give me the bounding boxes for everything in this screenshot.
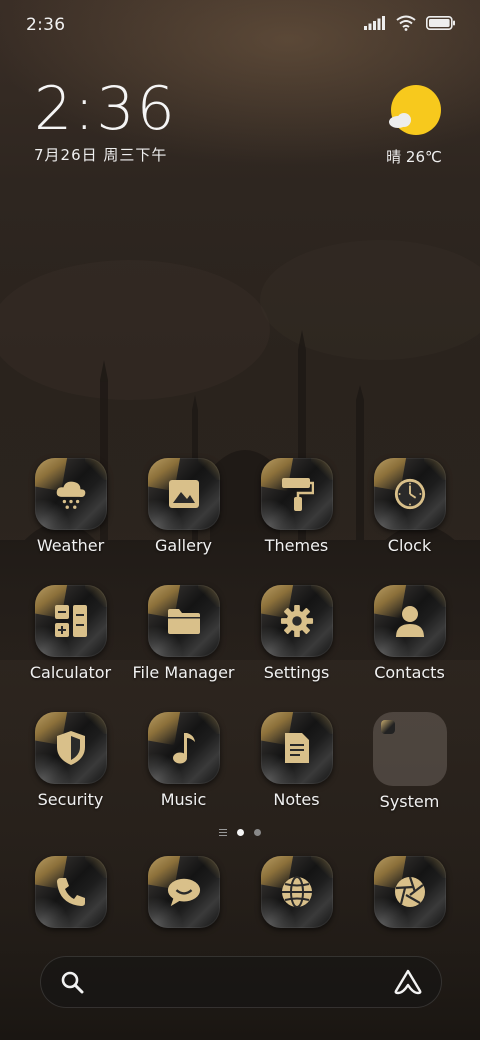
app-label: Weather [36, 536, 105, 555]
dock-phone[interactable] [14, 856, 127, 928]
clock-widget[interactable]: 2:36 7月26日 周三下午 [34, 78, 177, 165]
app-icon-tile [34, 712, 107, 784]
weather-text: 晴 26℃ [386, 148, 442, 166]
assistant-icon [394, 969, 422, 995]
app-icon-tile [147, 458, 220, 530]
shield-icon [56, 731, 85, 765]
app-weather[interactable]: Weather [14, 458, 127, 555]
app-notes[interactable]: Notes [240, 712, 353, 811]
app-icon-tile [260, 585, 333, 657]
weather-widget[interactable]: 晴 26℃ [384, 84, 444, 167]
app-icon-tile [147, 585, 220, 657]
search-bar[interactable] [40, 956, 442, 1008]
app-icon-tile [373, 585, 446, 657]
app-grid: Weather Gallery Themes Clock Calculator … [14, 458, 466, 811]
big-clock-time: 2:36 [34, 74, 177, 144]
camera-aperture-icon [394, 876, 425, 907]
date-line: 7月26日 周三下午 [34, 146, 168, 164]
app-icon-tile [34, 856, 107, 928]
app-music[interactable]: Music [127, 712, 240, 811]
folder-icon [167, 609, 200, 634]
assistant-button[interactable] [394, 969, 422, 999]
folder-mini-app-icon [380, 720, 395, 734]
app-label: Security [37, 790, 104, 809]
folder-system[interactable]: System [353, 712, 466, 811]
page-dot-active [237, 829, 244, 836]
app-icon-tile [147, 712, 220, 784]
app-file-manager[interactable]: File Manager [127, 585, 240, 682]
status-icons [364, 15, 456, 31]
music-note-icon [172, 733, 195, 764]
page-list-icon [219, 829, 227, 836]
clock-icon [394, 478, 425, 510]
app-security[interactable]: Security [14, 712, 127, 811]
app-label: Calculator [29, 663, 112, 682]
app-label: Settings [263, 663, 330, 682]
status-bar: 2:36 [0, 0, 480, 50]
message-bubble-icon [167, 878, 200, 907]
battery-icon [426, 16, 455, 30]
image-icon [168, 480, 199, 508]
dock [14, 856, 466, 928]
app-label: Clock [387, 536, 432, 555]
app-icon-tile [147, 856, 220, 928]
app-icon-tile [373, 856, 446, 928]
app-calculator[interactable]: Calculator [14, 585, 127, 682]
app-label: System [379, 792, 440, 811]
app-icon-tile [260, 458, 333, 530]
app-icon-tile [260, 712, 333, 784]
dock-browser[interactable] [240, 856, 353, 928]
calculator-icon [54, 605, 87, 637]
app-themes[interactable]: Themes [240, 458, 353, 555]
app-icon-tile [34, 585, 107, 657]
app-label: Music [160, 790, 207, 809]
document-icon [284, 733, 309, 763]
app-label: File Manager [132, 663, 235, 682]
phone-icon [56, 878, 85, 906]
globe-icon [281, 876, 312, 908]
search-button[interactable] [60, 970, 84, 998]
app-clock[interactable]: Clock [353, 458, 466, 555]
signal-icon [364, 16, 385, 30]
app-gallery[interactable]: Gallery [127, 458, 240, 555]
person-icon [395, 606, 424, 637]
page-indicator[interactable] [0, 829, 480, 836]
dock-messages[interactable] [127, 856, 240, 928]
weather-snow-cloud-icon [56, 481, 85, 509]
app-settings[interactable]: Settings [240, 585, 353, 682]
page-dot [254, 829, 261, 836]
paint-roller-icon [281, 478, 314, 511]
gear-icon [280, 604, 313, 638]
wifi-icon [396, 15, 416, 31]
app-icon-tile [260, 856, 333, 928]
sun-cloud-icon [389, 85, 441, 135]
app-icon-tile [373, 458, 446, 530]
search-icon [61, 971, 84, 994]
app-label: Themes [264, 536, 329, 555]
app-contacts[interactable]: Contacts [353, 585, 466, 682]
app-label: Contacts [374, 663, 445, 682]
app-label: Notes [273, 790, 320, 809]
app-label: Gallery [155, 536, 212, 555]
dock-camera[interactable] [353, 856, 466, 928]
folder-group-icon [372, 712, 447, 786]
app-icon-tile [34, 458, 107, 530]
status-time: 2:36 [26, 15, 66, 35]
